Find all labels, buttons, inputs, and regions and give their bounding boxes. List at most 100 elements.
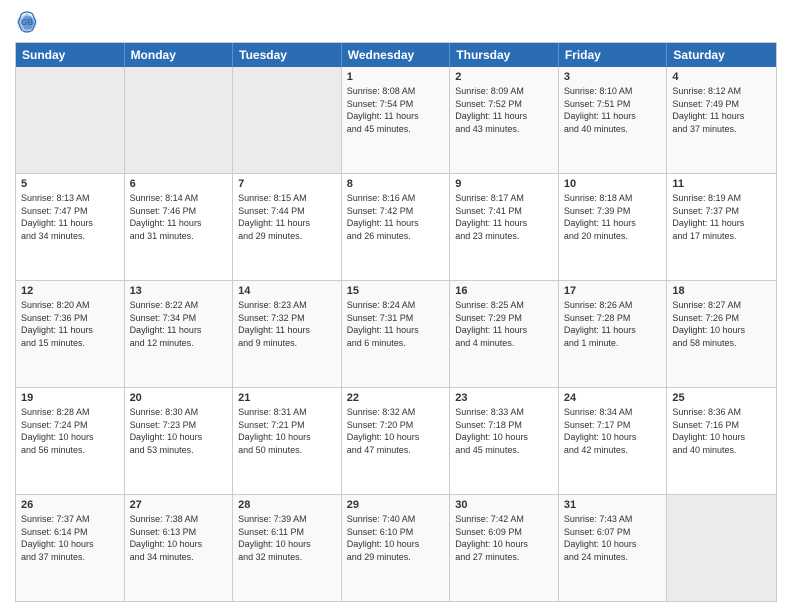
day-number: 7 — [238, 178, 336, 190]
calendar-day-10: 10 Sunrise: 8:18 AM Sunset: 7:39 PM Dayli… — [559, 174, 668, 280]
weekday-header-friday: Friday — [559, 43, 668, 67]
day-number: 14 — [238, 285, 336, 297]
calendar-day-7: 7 Sunrise: 8:15 AM Sunset: 7:44 PM Daylig… — [233, 174, 342, 280]
day-info: Sunrise: 8:34 AM Sunset: 7:17 PM Dayligh… — [564, 406, 662, 456]
day-number: 30 — [455, 499, 553, 511]
day-number: 31 — [564, 499, 662, 511]
calendar-day-25: 25 Sunrise: 8:36 AM Sunset: 7:16 PM Dayli… — [667, 388, 776, 494]
calendar-day-23: 23Sunrise: 8:33 AM Sunset: 7:18 PM Dayli… — [450, 388, 559, 494]
day-info: Sunrise: 8:32 AM Sunset: 7:20 PM Dayligh… — [347, 406, 445, 456]
weekday-header-wednesday: Wednesday — [342, 43, 451, 67]
day-info: Sunrise: 7:43 AM Sunset: 6:07 PM Dayligh… — [564, 513, 662, 563]
calendar-day-15: 15 Sunrise: 8:24 AM Sunset: 7:31 PM Dayli… — [342, 281, 451, 387]
page: GB SundayMondayTuesdayWednesdayThursdayF… — [0, 0, 792, 612]
day-info: Sunrise: 8:20 AM Sunset: 7:36 PM Dayligh… — [21, 299, 119, 349]
weekday-header-monday: Monday — [125, 43, 234, 67]
day-number: 17 — [564, 285, 662, 297]
weekday-header-saturday: Saturday — [667, 43, 776, 67]
calendar-day-28: 28 Sunrise: 7:39 AM Sunset: 6:11 PM Dayli… — [233, 495, 342, 601]
day-info: Sunrise: 8:26 AM Sunset: 7:28 PM Dayligh… — [564, 299, 662, 349]
calendar-row-5: 26Sunrise: 7:37 AM Sunset: 6:14 PM Dayli… — [16, 494, 776, 601]
day-number: 4 — [672, 71, 771, 83]
day-info: Sunrise: 8:25 AM Sunset: 7:29 PM Dayligh… — [455, 299, 553, 349]
day-number: 12 — [21, 285, 119, 297]
calendar-day-2: 2 Sunrise: 8:09 AM Sunset: 7:52 PM Daylig… — [450, 67, 559, 173]
calendar-empty-cell — [16, 67, 125, 173]
calendar-day-19: 19Sunrise: 8:28 AM Sunset: 7:24 PM Dayli… — [16, 388, 125, 494]
calendar-day-14: 14Sunrise: 8:23 AM Sunset: 7:32 PM Dayli… — [233, 281, 342, 387]
day-number: 29 — [347, 499, 445, 511]
calendar-day-13: 13 Sunrise: 8:22 AM Sunset: 7:34 PM Dayli… — [125, 281, 234, 387]
day-info: Sunrise: 8:24 AM Sunset: 7:31 PM Dayligh… — [347, 299, 445, 349]
calendar-day-22: 22 Sunrise: 8:32 AM Sunset: 7:20 PM Dayli… — [342, 388, 451, 494]
day-number: 8 — [347, 178, 445, 190]
day-number: 20 — [130, 392, 228, 404]
svg-text:GB: GB — [21, 18, 33, 27]
day-info: Sunrise: 8:36 AM Sunset: 7:16 PM Dayligh… — [672, 406, 771, 456]
calendar-day-8: 8 Sunrise: 8:16 AM Sunset: 7:42 PM Daylig… — [342, 174, 451, 280]
day-info: Sunrise: 7:37 AM Sunset: 6:14 PM Dayligh… — [21, 513, 119, 563]
calendar-day-20: 20 Sunrise: 8:30 AM Sunset: 7:23 PM Dayli… — [125, 388, 234, 494]
day-info: Sunrise: 7:40 AM Sunset: 6:10 PM Dayligh… — [347, 513, 445, 563]
calendar-row-1: 1 Sunrise: 8:08 AM Sunset: 7:54 PM Daylig… — [16, 67, 776, 173]
day-info: Sunrise: 8:22 AM Sunset: 7:34 PM Dayligh… — [130, 299, 228, 349]
day-number: 25 — [672, 392, 771, 404]
day-number: 28 — [238, 499, 336, 511]
calendar-day-26: 26Sunrise: 7:37 AM Sunset: 6:14 PM Dayli… — [16, 495, 125, 601]
day-number: 19 — [21, 392, 119, 404]
calendar-row-3: 12 Sunrise: 8:20 AM Sunset: 7:36 PM Dayli… — [16, 280, 776, 387]
day-number: 9 — [455, 178, 553, 190]
calendar-day-11: 11Sunrise: 8:19 AM Sunset: 7:37 PM Dayli… — [667, 174, 776, 280]
day-number: 3 — [564, 71, 662, 83]
calendar-empty-cell — [667, 495, 776, 601]
calendar-day-24: 24 Sunrise: 8:34 AM Sunset: 7:17 PM Dayli… — [559, 388, 668, 494]
calendar-day-1: 1 Sunrise: 8:08 AM Sunset: 7:54 PM Daylig… — [342, 67, 451, 173]
day-info: Sunrise: 8:15 AM Sunset: 7:44 PM Dayligh… — [238, 192, 336, 242]
calendar-day-16: 16 Sunrise: 8:25 AM Sunset: 7:29 PM Dayli… — [450, 281, 559, 387]
calendar-day-18: 18Sunrise: 8:27 AM Sunset: 7:26 PM Dayli… — [667, 281, 776, 387]
day-number: 16 — [455, 285, 553, 297]
day-info: Sunrise: 7:39 AM Sunset: 6:11 PM Dayligh… — [238, 513, 336, 563]
header: GB — [15, 10, 777, 34]
day-info: Sunrise: 8:14 AM Sunset: 7:46 PM Dayligh… — [130, 192, 228, 242]
weekday-header-thursday: Thursday — [450, 43, 559, 67]
calendar-day-27: 27Sunrise: 7:38 AM Sunset: 6:13 PM Dayli… — [125, 495, 234, 601]
day-info: Sunrise: 7:42 AM Sunset: 6:09 PM Dayligh… — [455, 513, 553, 563]
day-number: 27 — [130, 499, 228, 511]
calendar-empty-cell — [125, 67, 234, 173]
day-number: 10 — [564, 178, 662, 190]
calendar-day-5: 5 Sunrise: 8:13 AM Sunset: 7:47 PM Daylig… — [16, 174, 125, 280]
day-info: Sunrise: 8:17 AM Sunset: 7:41 PM Dayligh… — [455, 192, 553, 242]
calendar-day-9: 9 Sunrise: 8:17 AM Sunset: 7:41 PM Daylig… — [450, 174, 559, 280]
day-number: 24 — [564, 392, 662, 404]
day-info: Sunrise: 8:13 AM Sunset: 7:47 PM Dayligh… — [21, 192, 119, 242]
day-info: Sunrise: 8:30 AM Sunset: 7:23 PM Dayligh… — [130, 406, 228, 456]
day-number: 1 — [347, 71, 445, 83]
day-info: Sunrise: 8:09 AM Sunset: 7:52 PM Dayligh… — [455, 85, 553, 135]
calendar-day-21: 21Sunrise: 8:31 AM Sunset: 7:21 PM Dayli… — [233, 388, 342, 494]
day-number: 2 — [455, 71, 553, 83]
calendar-row-2: 5 Sunrise: 8:13 AM Sunset: 7:47 PM Daylig… — [16, 173, 776, 280]
day-info: Sunrise: 8:10 AM Sunset: 7:51 PM Dayligh… — [564, 85, 662, 135]
calendar-day-31: 31 Sunrise: 7:43 AM Sunset: 6:07 PM Dayli… — [559, 495, 668, 601]
calendar-day-17: 17 Sunrise: 8:26 AM Sunset: 7:28 PM Dayli… — [559, 281, 668, 387]
day-number: 15 — [347, 285, 445, 297]
weekday-header-sunday: Sunday — [16, 43, 125, 67]
day-number: 6 — [130, 178, 228, 190]
day-number: 22 — [347, 392, 445, 404]
day-info: Sunrise: 8:27 AM Sunset: 7:26 PM Dayligh… — [672, 299, 771, 349]
calendar-day-3: 3 Sunrise: 8:10 AM Sunset: 7:51 PM Daylig… — [559, 67, 668, 173]
day-info: Sunrise: 8:31 AM Sunset: 7:21 PM Dayligh… — [238, 406, 336, 456]
calendar-day-4: 4Sunrise: 8:12 AM Sunset: 7:49 PM Daylig… — [667, 67, 776, 173]
logo-icon: GB — [15, 10, 39, 34]
day-number: 23 — [455, 392, 553, 404]
calendar-row-4: 19Sunrise: 8:28 AM Sunset: 7:24 PM Dayli… — [16, 387, 776, 494]
day-info: Sunrise: 8:08 AM Sunset: 7:54 PM Dayligh… — [347, 85, 445, 135]
calendar-header: SundayMondayTuesdayWednesdayThursdayFrid… — [16, 43, 776, 67]
day-info: Sunrise: 8:16 AM Sunset: 7:42 PM Dayligh… — [347, 192, 445, 242]
day-number: 13 — [130, 285, 228, 297]
calendar-body: 1 Sunrise: 8:08 AM Sunset: 7:54 PM Daylig… — [16, 67, 776, 601]
day-info: Sunrise: 8:18 AM Sunset: 7:39 PM Dayligh… — [564, 192, 662, 242]
day-number: 5 — [21, 178, 119, 190]
calendar-day-30: 30 Sunrise: 7:42 AM Sunset: 6:09 PM Dayli… — [450, 495, 559, 601]
